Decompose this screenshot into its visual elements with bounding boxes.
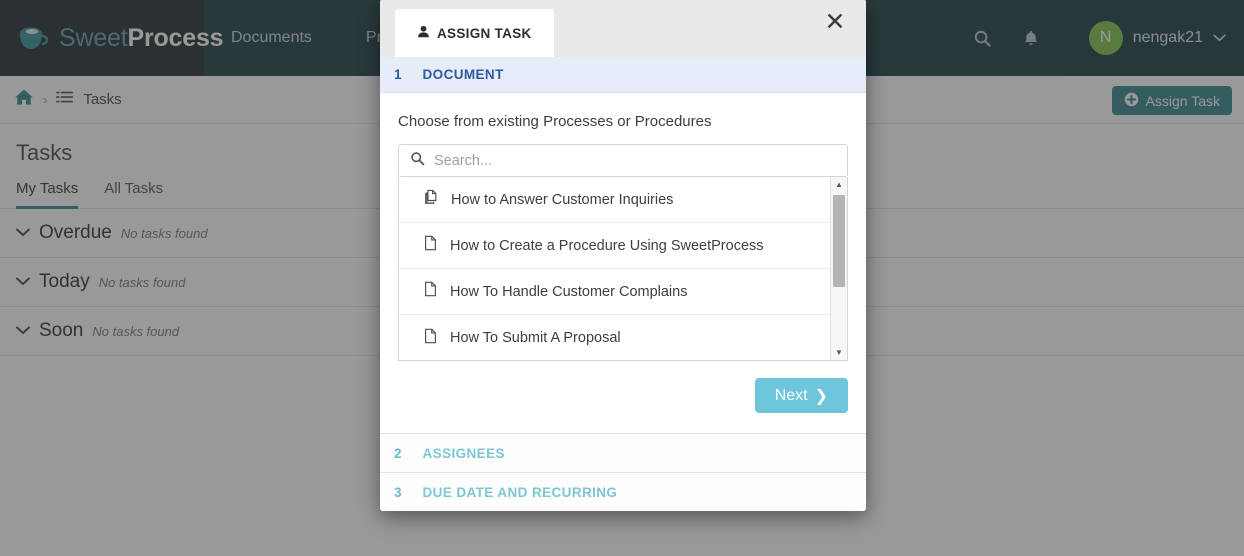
- list-item[interactable]: How to Create a Procedure Using SweetPro…: [399, 223, 830, 269]
- document-title: How to Create a Procedure Using SweetPro…: [450, 237, 764, 254]
- step-number: 1: [394, 67, 402, 82]
- page-icon: [424, 235, 437, 256]
- chevron-right-icon: ❯: [814, 387, 828, 405]
- list-item[interactable]: How To Handle Customer Complains: [399, 269, 830, 315]
- close-icon[interactable]: ✕: [820, 7, 850, 37]
- document-list-items: How to Answer Customer Inquiries How to …: [399, 177, 830, 360]
- search-input[interactable]: [434, 152, 836, 169]
- document-title: How To Handle Customer Complains: [450, 283, 688, 300]
- list-item[interactable]: How To Submit A Proposal: [399, 315, 830, 360]
- scroll-down-arrow-icon[interactable]: ▼: [831, 345, 847, 360]
- document-title: How To Submit A Proposal: [450, 330, 621, 346]
- document-title: How to Answer Customer Inquiries: [451, 191, 674, 208]
- page-icon: [424, 281, 437, 302]
- modal-header: ASSIGN TASK ✕: [380, 0, 866, 57]
- copy-pages-icon: [424, 189, 438, 210]
- search-icon: [410, 151, 425, 171]
- modal-tab-assign-task[interactable]: ASSIGN TASK: [395, 9, 554, 57]
- step-number: 3: [394, 484, 402, 500]
- scroll-up-arrow-icon[interactable]: ▲: [831, 177, 847, 192]
- page-icon: [424, 328, 437, 349]
- step-label: ASSIGNEES: [422, 445, 505, 461]
- step-header-document[interactable]: 1 DOCUMENT: [380, 57, 866, 93]
- step-label: DOCUMENT: [422, 67, 504, 82]
- modal-tab-label: ASSIGN TASK: [437, 25, 532, 41]
- document-list-scrollbar[interactable]: ▲ ▼: [830, 177, 847, 360]
- person-icon: [417, 25, 430, 41]
- choose-instruction: Choose from existing Processes or Proced…: [398, 113, 712, 130]
- step-header-assignees[interactable]: 2 ASSIGNEES: [380, 433, 866, 472]
- step-header-due-date[interactable]: 3 DUE DATE AND RECURRING: [380, 472, 866, 511]
- next-button-label: Next: [774, 386, 808, 404]
- step-body-document: Choose from existing Processes or Proced…: [380, 93, 866, 433]
- document-list[interactable]: How to Answer Customer Inquiries How to …: [398, 177, 848, 361]
- next-button-row: Next ❯: [398, 361, 848, 419]
- step-label: DUE DATE AND RECURRING: [422, 484, 618, 500]
- next-button[interactable]: Next ❯: [754, 378, 848, 413]
- screen: SweetProcess Documents Pro: [0, 0, 1244, 556]
- step-number: 2: [394, 445, 402, 461]
- list-item[interactable]: How to Answer Customer Inquiries: [399, 177, 830, 223]
- document-search-box[interactable]: [398, 144, 848, 177]
- scrollbar-thumb[interactable]: [833, 195, 845, 287]
- assign-task-modal: ASSIGN TASK ✕ 1 DOCUMENT Choose from exi…: [380, 0, 866, 511]
